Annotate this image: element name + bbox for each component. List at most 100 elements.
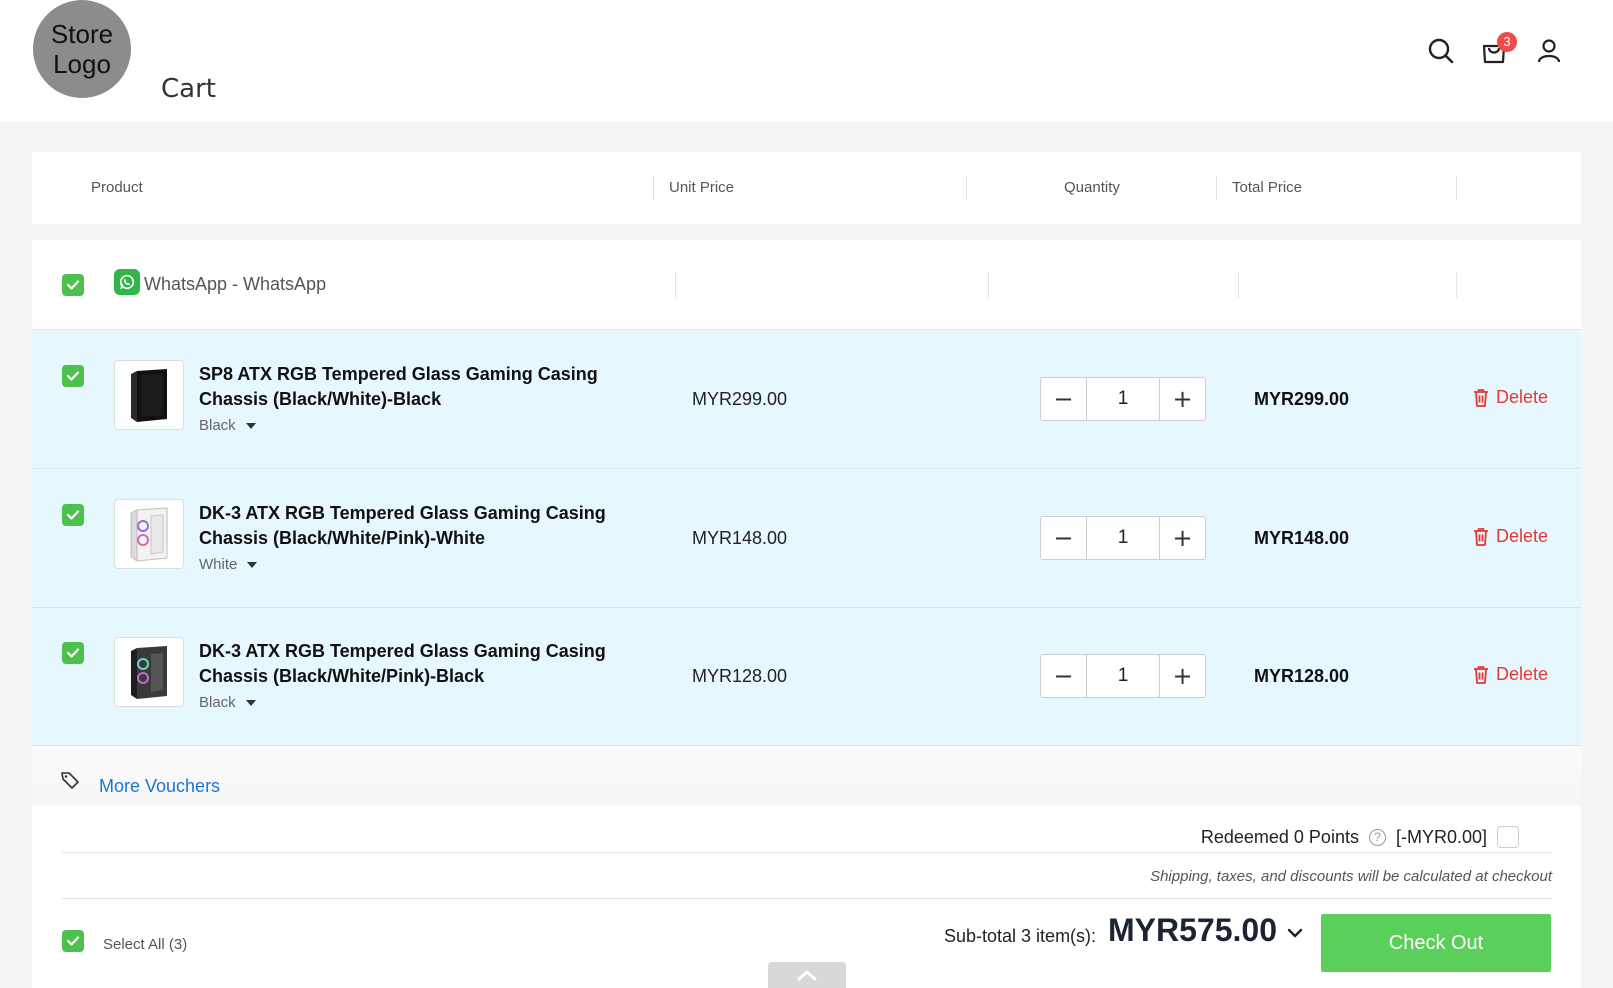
decrease-quantity-button[interactable]: − bbox=[1041, 655, 1086, 697]
trash-icon bbox=[1474, 388, 1488, 407]
cart-item-row: DK-3 ATX RGB Tempered Glass Gaming Casin… bbox=[32, 470, 1581, 608]
item-total-price: MYR299.00 bbox=[1254, 389, 1350, 409]
shipping-note: Shipping, taxes, and discounts will be c… bbox=[1150, 868, 1552, 885]
variant-label: Black bbox=[199, 694, 236, 711]
divider bbox=[62, 898, 1552, 899]
quantity-input[interactable]: 1 bbox=[1086, 655, 1160, 697]
help-icon[interactable]: ? bbox=[1368, 828, 1386, 846]
product-name[interactable]: DK-3 ATX RGB Tempered Glass Gaming Casin… bbox=[199, 639, 659, 689]
col-divider bbox=[1456, 272, 1457, 298]
cart-count-badge: 3 bbox=[1497, 32, 1517, 52]
logo-line-1: Store bbox=[50, 19, 114, 49]
cart-icon[interactable]: 3 bbox=[1479, 32, 1517, 66]
variant-label: Black bbox=[199, 417, 236, 434]
check-icon bbox=[66, 648, 80, 658]
caret-down-icon bbox=[245, 700, 256, 707]
check-icon bbox=[66, 936, 80, 946]
select-all-checkbox[interactable] bbox=[62, 930, 84, 952]
delete-label: Delete bbox=[1496, 526, 1549, 546]
page-title: Cart bbox=[161, 74, 216, 104]
divider bbox=[62, 852, 1552, 853]
cart-summary: Redeemed 0 Points ? [-MYR0.00] Shipping,… bbox=[32, 806, 1581, 988]
product-thumbnail[interactable] bbox=[114, 360, 184, 430]
cart-item-row: SP8 ATX RGB Tempered Glass Gaming Casing… bbox=[32, 331, 1581, 469]
caret-down-icon bbox=[247, 562, 258, 569]
variant-label: White bbox=[199, 556, 238, 573]
col-divider bbox=[1456, 176, 1457, 200]
store-name[interactable]: WhatsApp - WhatsApp bbox=[144, 274, 326, 295]
chevron-down-icon[interactable] bbox=[1286, 924, 1304, 942]
check-icon bbox=[66, 371, 80, 381]
scroll-to-top-button[interactable] bbox=[768, 962, 846, 988]
store-group-header: WhatsApp - WhatsApp bbox=[32, 240, 1581, 330]
increase-quantity-button[interactable]: + bbox=[1160, 517, 1205, 559]
col-unit-price: Unit Price bbox=[669, 179, 735, 196]
col-divider bbox=[675, 272, 676, 298]
quantity-stepper: − 1 + bbox=[1040, 654, 1206, 698]
quantity-stepper: − 1 + bbox=[1040, 377, 1206, 421]
caret-down-icon bbox=[245, 423, 256, 430]
site-header: Store Logo Cart 3 bbox=[0, 0, 1613, 122]
cart-column-header: Product Unit Price Quantity Total Price bbox=[32, 152, 1581, 224]
subtotal-amount: MYR575.00 bbox=[1108, 912, 1277, 948]
product-thumbnail[interactable] bbox=[114, 499, 184, 569]
product-name[interactable]: SP8 ATX RGB Tempered Glass Gaming Casing… bbox=[199, 362, 659, 412]
store-checkbox[interactable] bbox=[62, 274, 84, 296]
user-icon[interactable] bbox=[1534, 36, 1564, 66]
delete-label: Delete bbox=[1496, 387, 1549, 407]
decrease-quantity-button[interactable]: − bbox=[1041, 517, 1086, 559]
points-redeem: Redeemed 0 Points ? [-MYR0.00] bbox=[1201, 826, 1519, 848]
item-total-price: MYR128.00 bbox=[1254, 666, 1350, 686]
voucher-section: More Vouchers bbox=[32, 746, 1581, 806]
increase-quantity-button[interactable]: + bbox=[1160, 655, 1205, 697]
search-icon[interactable] bbox=[1426, 36, 1456, 66]
cart-item-row: DK-3 ATX RGB Tempered Glass Gaming Casin… bbox=[32, 608, 1581, 746]
col-total-price: Total Price bbox=[1232, 179, 1303, 196]
variant-selector[interactable]: Black bbox=[199, 417, 256, 434]
unit-price: MYR148.00 bbox=[692, 528, 788, 548]
delete-item-button[interactable]: Delete bbox=[1472, 387, 1548, 408]
variant-selector[interactable]: White bbox=[199, 556, 258, 573]
col-divider bbox=[1238, 272, 1239, 298]
checkout-button[interactable]: Check Out bbox=[1321, 914, 1551, 972]
item-total-price: MYR148.00 bbox=[1254, 528, 1350, 548]
white-case-image bbox=[130, 507, 168, 562]
black-glass-case-image bbox=[131, 646, 167, 699]
item-checkbox[interactable] bbox=[62, 504, 84, 526]
redeem-points-checkbox[interactable] bbox=[1497, 826, 1519, 848]
quantity-stepper: − 1 + bbox=[1040, 516, 1206, 560]
check-icon bbox=[66, 510, 80, 520]
trash-icon bbox=[1474, 527, 1488, 546]
col-divider bbox=[1216, 176, 1217, 200]
store-logo[interactable]: Store Logo bbox=[33, 0, 131, 98]
black-case-image bbox=[131, 369, 167, 422]
delete-item-button[interactable]: Delete bbox=[1472, 664, 1548, 685]
delete-label: Delete bbox=[1496, 664, 1549, 684]
increase-quantity-button[interactable]: + bbox=[1160, 378, 1205, 420]
col-quantity: Quantity bbox=[1064, 179, 1120, 196]
col-divider bbox=[966, 176, 967, 200]
item-checkbox[interactable] bbox=[62, 365, 84, 387]
product-name[interactable]: DK-3 ATX RGB Tempered Glass Gaming Casin… bbox=[199, 501, 659, 551]
col-product: Product bbox=[91, 179, 143, 196]
more-vouchers-link[interactable]: More Vouchers bbox=[99, 776, 220, 797]
select-all-label[interactable]: Select All (3) bbox=[103, 936, 187, 953]
chevron-up-icon bbox=[797, 970, 817, 981]
col-divider bbox=[988, 272, 989, 298]
variant-selector[interactable]: Black bbox=[199, 694, 256, 711]
points-value: [-MYR0.00] bbox=[1395, 826, 1487, 847]
product-thumbnail[interactable] bbox=[114, 637, 184, 707]
col-divider bbox=[653, 176, 654, 200]
delete-item-button[interactable]: Delete bbox=[1472, 526, 1548, 547]
unit-price: MYR299.00 bbox=[692, 389, 788, 409]
tag-icon bbox=[61, 772, 79, 789]
check-icon bbox=[66, 280, 80, 290]
unit-price: MYR128.00 bbox=[692, 666, 788, 686]
points-label: Redeemed 0 Points bbox=[1200, 826, 1359, 847]
logo-line-2: Logo bbox=[53, 49, 111, 79]
item-checkbox[interactable] bbox=[62, 642, 84, 664]
whatsapp-icon bbox=[114, 269, 140, 295]
decrease-quantity-button[interactable]: − bbox=[1041, 378, 1086, 420]
quantity-input[interactable]: 1 bbox=[1086, 517, 1160, 559]
quantity-input[interactable]: 1 bbox=[1086, 378, 1160, 420]
